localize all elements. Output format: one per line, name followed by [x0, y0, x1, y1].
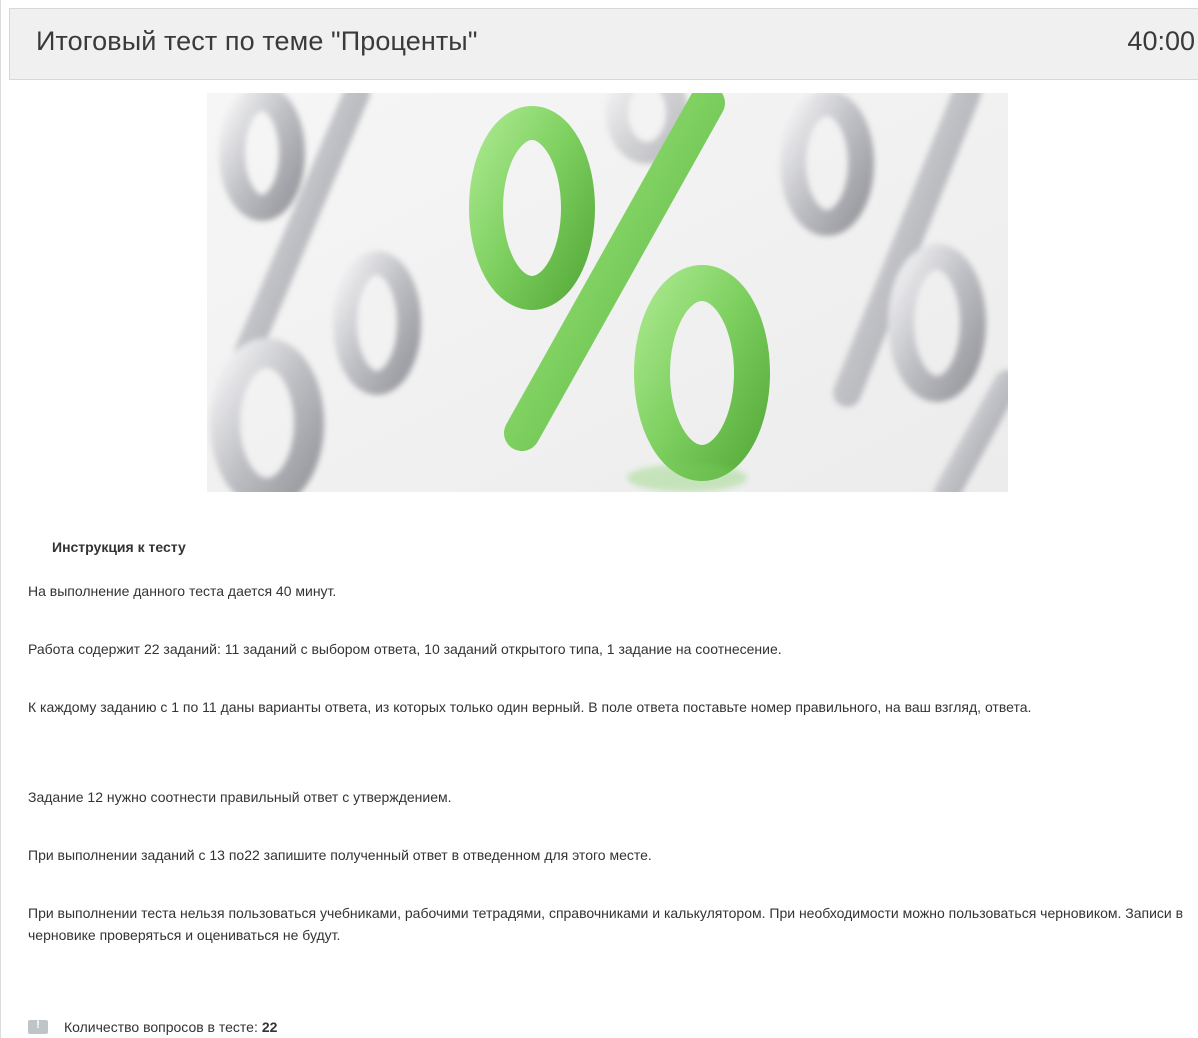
- instruction-paragraph: Задание 12 нужно соотнести правильный от…: [28, 789, 452, 805]
- question-count-row: Количество вопросов в тесте: 22: [28, 1017, 277, 1037]
- percent-icon: [207, 93, 1008, 492]
- instruction-paragraph: Работа содержит 22 заданий: 11 заданий с…: [28, 641, 782, 657]
- instruction-paragraph: К каждому заданию с 1 по 11 даны вариант…: [28, 699, 1032, 715]
- question-count-value: 22: [261, 1019, 278, 1035]
- instruction-paragraph: При выполнении заданий с 13 по22 запишит…: [28, 847, 652, 863]
- hero-image: [207, 93, 1008, 492]
- question-count-label: Количество вопросов в тесте:: [64, 1019, 258, 1035]
- instruction-paragraph: На выполнение данного теста дается 40 ми…: [28, 583, 337, 599]
- test-timer: 40:00: [1127, 26, 1195, 56]
- test-header: Итоговый тест по теме "Проценты" 40:00: [9, 8, 1198, 80]
- test-start-page: Итоговый тест по теме "Проценты" 40:00 И…: [0, 0, 1198, 1038]
- info-icon: [28, 1019, 48, 1034]
- test-title: Итоговый тест по теме "Проценты": [36, 26, 478, 56]
- instructions-title: Инструкция к тесту: [52, 539, 186, 555]
- instruction-paragraph: При выполнении теста нельзя пользоваться…: [28, 905, 1184, 943]
